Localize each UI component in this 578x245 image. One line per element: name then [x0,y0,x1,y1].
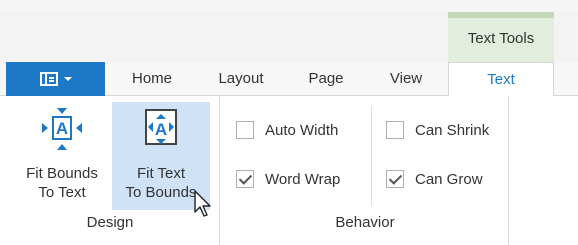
group-label-behavior: Behavior [335,214,395,231]
group-separator [371,106,372,206]
group-behavior: Auto Width Word Wrap Can Shrink Can Grow… [221,96,509,245]
fit-bounds-label-line2: To Text [38,184,86,201]
tab-layout[interactable]: Layout [206,62,276,96]
chevron-down-icon [63,77,72,81]
contextual-group-text-tools: Text Tools [448,12,554,62]
ribbon-menu-icon [39,72,58,86]
can-shrink-label: Can Shrink [415,121,490,139]
svg-text:A: A [155,120,167,139]
mouse-cursor-icon [194,190,211,217]
checkbox-box-checked[interactable] [236,170,254,188]
fit-text-label-line1: Fit Text [136,165,186,182]
auto-width-checkbox[interactable]: Auto Width [236,121,338,139]
checkbox-box[interactable] [236,121,254,139]
can-shrink-checkbox[interactable]: Can Shrink [386,121,489,139]
tab-view[interactable]: View [376,62,436,96]
can-grow-label: Can Grow [415,170,483,188]
application-menu-button[interactable] [6,62,105,96]
ribbon-panel: A Fit Bounds To Text A Fit Text To Bound… [0,96,578,245]
fit-bounds-label-line1: Fit Bounds [26,165,98,182]
fit-text-to-bounds-icon: A [145,109,177,145]
auto-width-label: Auto Width [265,121,339,139]
fit-bounds-to-text-button[interactable]: A Fit Bounds To Text [18,102,106,210]
word-wrap-label: Word Wrap [265,170,341,188]
can-grow-checkbox[interactable]: Can Grow [386,170,483,188]
group-label-design: Design [86,214,134,231]
tab-home[interactable]: Home [118,62,186,96]
checkbox-box-checked[interactable] [386,170,404,188]
ribbon: Text Tools Home Layout Page View Text A [0,0,578,245]
fit-bounds-to-text-icon: A [42,108,82,150]
tab-text[interactable]: Text [448,62,554,97]
group-design: A Fit Bounds To Text A Fit Text To Bound… [0,96,220,245]
ribbon-tab-row: Home Layout Page View Text [0,62,578,97]
checkbox-box[interactable] [386,121,404,139]
svg-text:A: A [56,119,68,138]
tab-page[interactable]: Page [296,62,356,96]
word-wrap-checkbox[interactable]: Word Wrap [236,170,340,188]
